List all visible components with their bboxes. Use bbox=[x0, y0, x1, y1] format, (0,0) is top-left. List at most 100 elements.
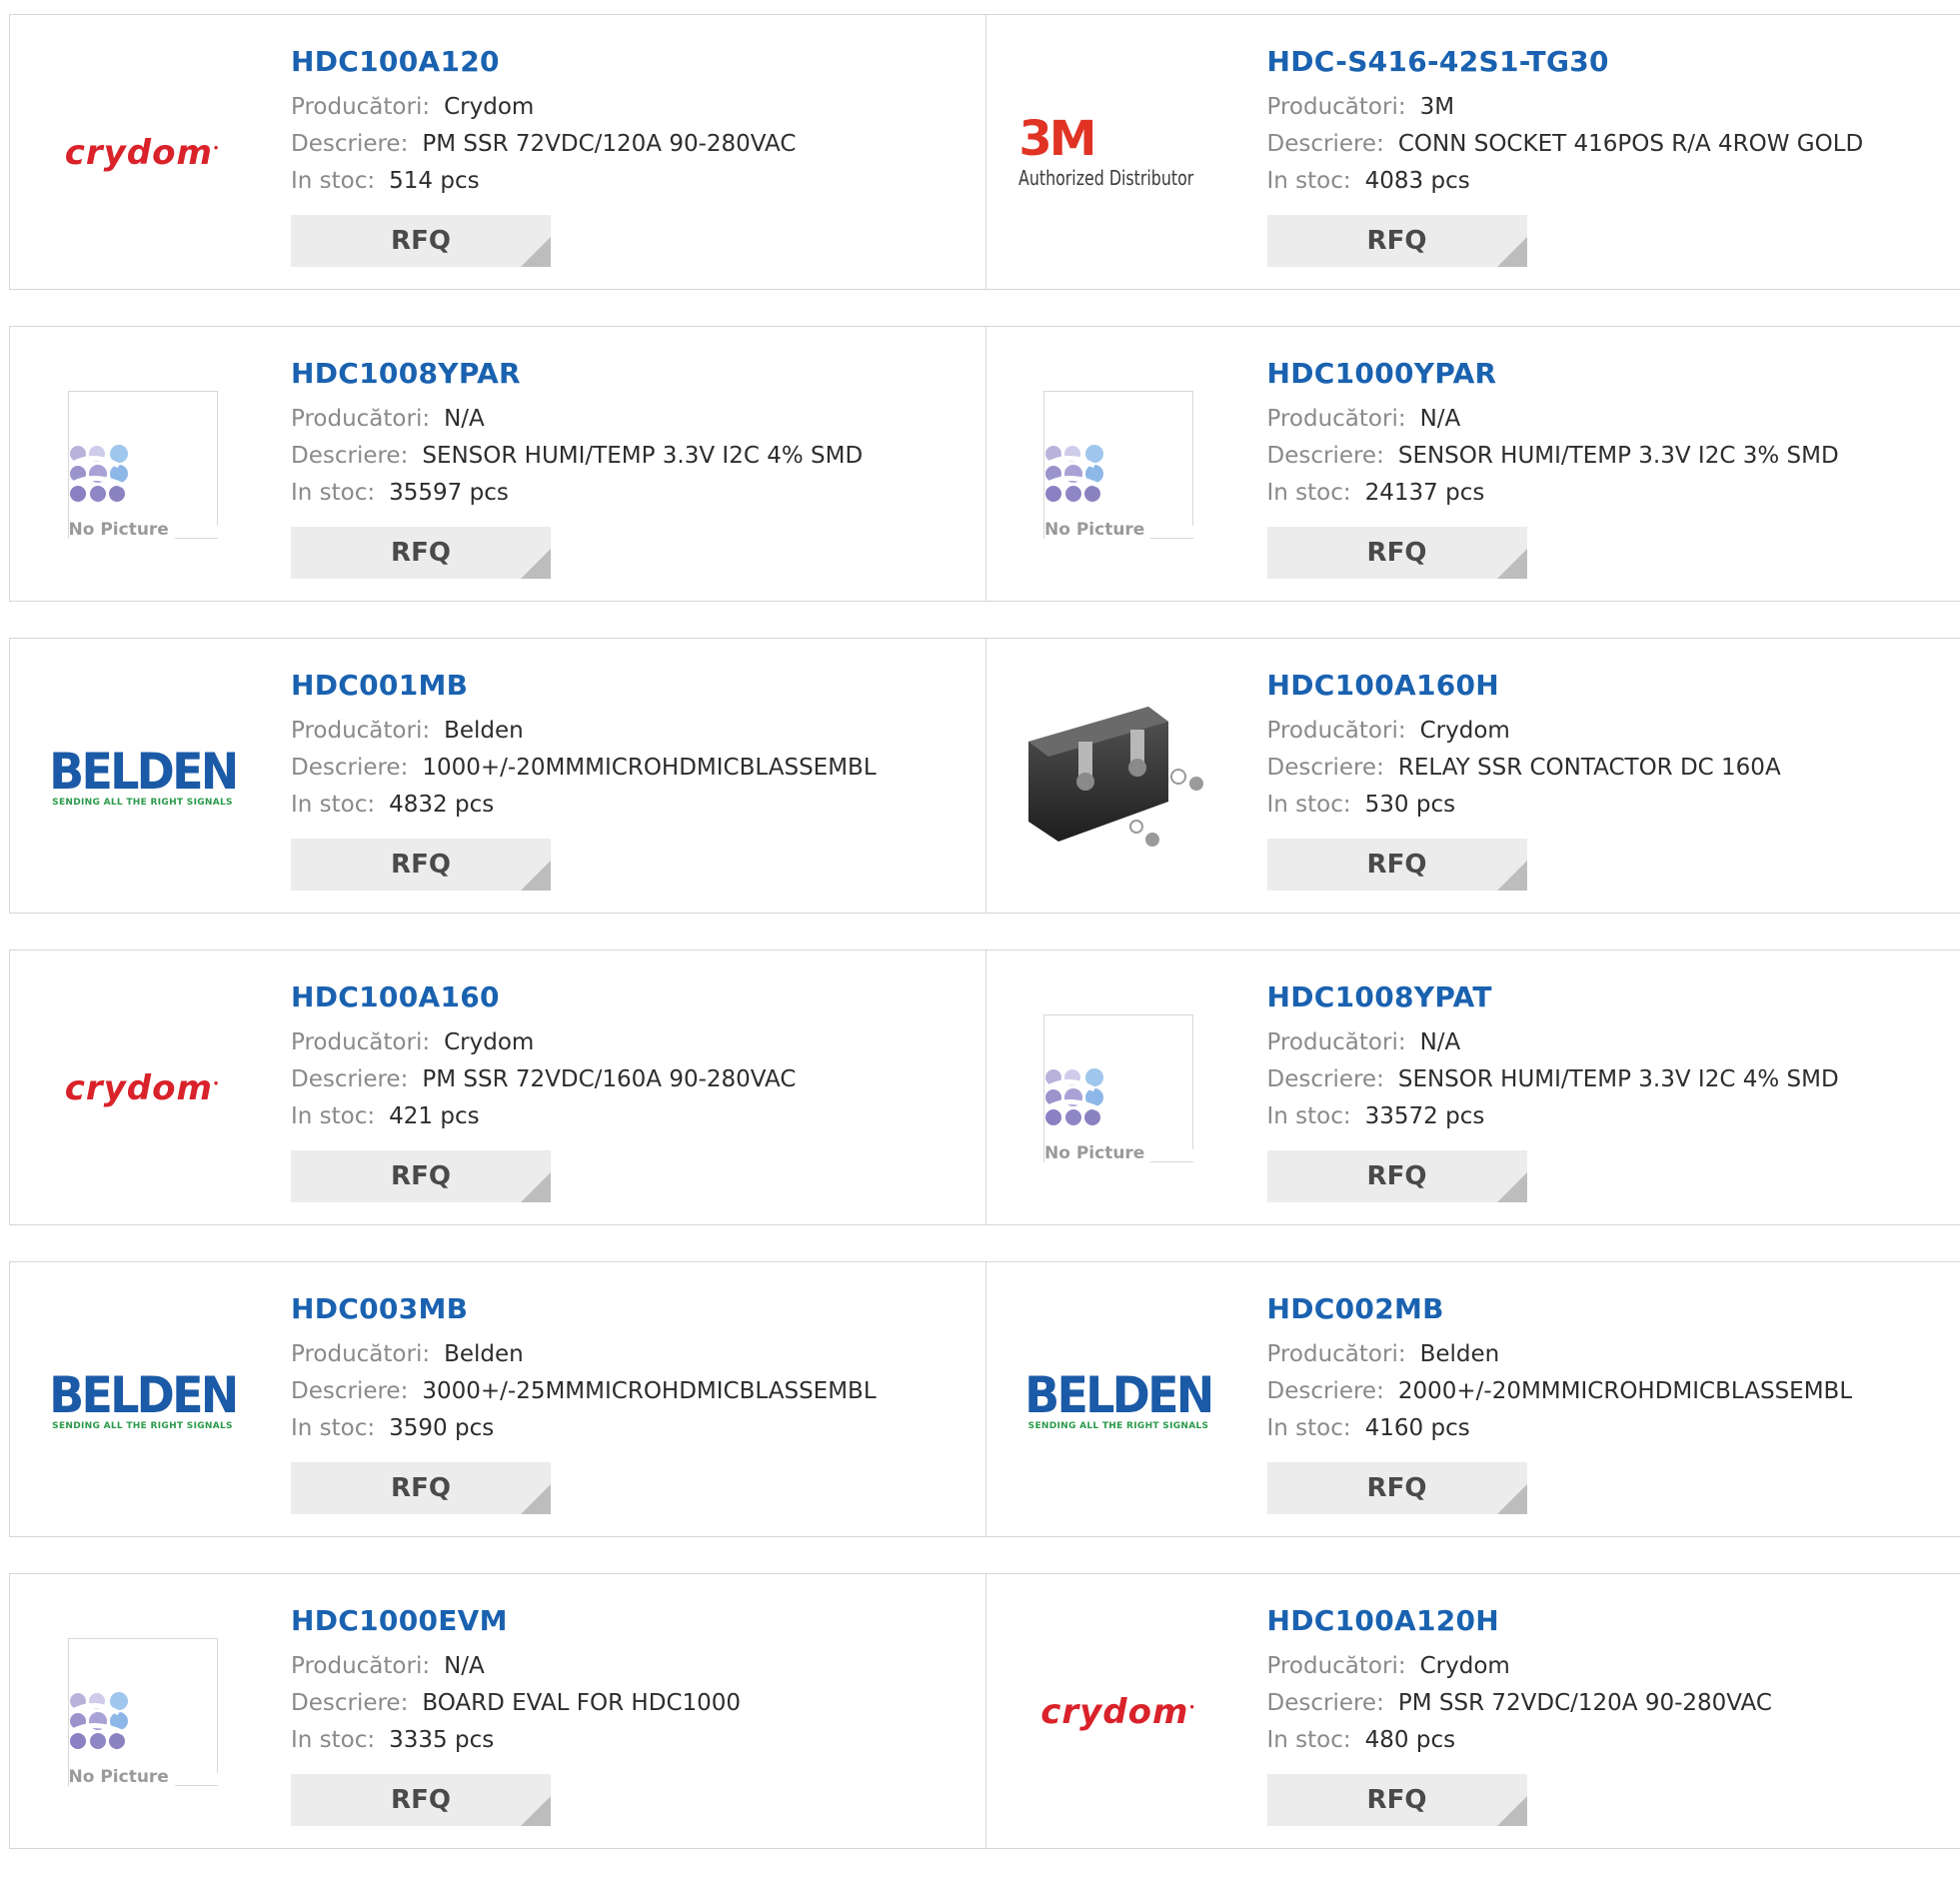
rfq-label: RFQ bbox=[391, 1785, 451, 1815]
rfq-corner-decoration bbox=[521, 1796, 551, 1826]
manufacturer-value: Crydom bbox=[444, 94, 534, 120]
description-label: Descriere: bbox=[1267, 1690, 1384, 1716]
rfq-button[interactable]: RFQ bbox=[1267, 215, 1527, 267]
manufacturer-line: Producători:N/A bbox=[1267, 401, 1839, 438]
crydom-logo: crydom• bbox=[1040, 1692, 1196, 1732]
part-number-link[interactable]: HDC1000EVM bbox=[291, 1604, 741, 1638]
no-picture-icon bbox=[69, 1691, 139, 1761]
rfq-button[interactable]: RFQ bbox=[1267, 1774, 1527, 1826]
rfq-corner-decoration bbox=[521, 237, 551, 267]
product-image[interactable]: crydom• bbox=[40, 990, 245, 1185]
product-image[interactable]: BELDENSENDING ALL THE RIGHT SIGNALS bbox=[40, 679, 245, 874]
product-card-right: No Picture HDC1008YPAT Producători:N/A D… bbox=[985, 950, 1960, 1224]
manufacturer-value: Crydom bbox=[1420, 1653, 1510, 1679]
description-line: Descriere:SENSOR HUMI/TEMP 3.3V I2C 4% S… bbox=[291, 438, 863, 475]
part-number-link[interactable]: HDC100A120H bbox=[1267, 1604, 1772, 1638]
part-number-link[interactable]: HDC-S416-42S1-TG30 bbox=[1267, 45, 1864, 79]
stock-label: In stoc: bbox=[1267, 1727, 1351, 1753]
description-line: Descriere:RELAY SSR CONTACTOR DC 160A bbox=[1267, 750, 1781, 787]
product-image[interactable]: BELDENSENDING ALL THE RIGHT SIGNALS bbox=[40, 1302, 245, 1497]
manufacturer-label: Producători: bbox=[291, 1341, 430, 1367]
rfq-button[interactable]: RFQ bbox=[291, 1150, 551, 1202]
manufacturer-label: Producători: bbox=[1267, 1653, 1406, 1679]
part-number-link[interactable]: HDC1008YPAR bbox=[291, 357, 863, 391]
no-picture-icon bbox=[69, 444, 139, 514]
description-label: Descriere: bbox=[291, 1690, 408, 1716]
stock-value: 480 pcs bbox=[1365, 1727, 1455, 1753]
product-image[interactable]: BELDENSENDING ALL THE RIGHT SIGNALS bbox=[1016, 1302, 1221, 1497]
description-value: SENSOR HUMI/TEMP 3.3V I2C 4% SMD bbox=[1398, 1066, 1839, 1092]
stock-line: In stoc:421 pcs bbox=[291, 1098, 796, 1135]
product-info: HDC1000YPAR Producători:N/A Descriere:SE… bbox=[1267, 357, 1839, 579]
product-info: HDC002MB Producători:Belden Descriere:20… bbox=[1267, 1292, 1853, 1514]
product-image[interactable] bbox=[1016, 679, 1221, 874]
manufacturer-value: Crydom bbox=[1420, 718, 1510, 744]
part-number-link[interactable]: HDC1000YPAR bbox=[1267, 357, 1839, 391]
no-picture-placeholder: No Picture bbox=[68, 391, 218, 539]
product-image[interactable]: crydom• bbox=[1016, 1614, 1221, 1809]
rfq-button[interactable]: RFQ bbox=[291, 527, 551, 579]
product-info: HDC001MB Producători:Belden Descriere:10… bbox=[291, 669, 877, 891]
rfq-button[interactable]: RFQ bbox=[1267, 1462, 1527, 1514]
description-label: Descriere: bbox=[291, 1378, 408, 1404]
manufacturer-line: Producători:3M bbox=[1267, 89, 1864, 126]
product-card-left: BELDENSENDING ALL THE RIGHT SIGNALS HDC0… bbox=[10, 1262, 985, 1536]
stock-label: In stoc: bbox=[291, 480, 375, 506]
rfq-corner-decoration bbox=[1497, 1484, 1527, 1514]
rfq-button[interactable]: RFQ bbox=[291, 1462, 551, 1514]
rfq-button[interactable]: RFQ bbox=[1267, 527, 1527, 579]
stock-label: In stoc: bbox=[1267, 792, 1351, 818]
stock-line: In stoc: 530 pcs bbox=[1267, 787, 1781, 824]
rfq-label: RFQ bbox=[1367, 850, 1427, 880]
belden-logo: BELDENSENDING ALL THE RIGHT SIGNALS bbox=[1016, 1369, 1220, 1431]
product-image[interactable]: No Picture bbox=[40, 1614, 245, 1809]
description-value: 3000+/-25MMMICROHDMICBLASSEMBL bbox=[422, 1378, 876, 1404]
description-value: 1000+/-20MMMICROHDMICBLASSEMBL bbox=[422, 755, 876, 781]
product-card-left: No Picture HDC1008YPAR Producători:N/A D… bbox=[10, 327, 985, 601]
manufacturer-line: Producători:Crydom bbox=[291, 89, 796, 126]
product-image[interactable]: crydom• bbox=[40, 55, 245, 250]
part-number-link[interactable]: HDC003MB bbox=[291, 1292, 877, 1326]
part-number-link[interactable]: HDC100A120 bbox=[291, 45, 796, 79]
manufacturer-line: Producători:Belden bbox=[291, 1336, 877, 1373]
crydom-logo-text: crydom bbox=[65, 133, 213, 173]
belden-logo: BELDENSENDING ALL THE RIGHT SIGNALS bbox=[41, 746, 245, 808]
description-line: Descriere:PM SSR 72VDC/120A 90-280VAC bbox=[1267, 1685, 1772, 1722]
manufacturer-line: Producători:N/A bbox=[291, 1648, 741, 1685]
rfq-label: RFQ bbox=[391, 850, 451, 880]
stock-line: In stoc:3590 pcs bbox=[291, 1410, 877, 1447]
rfq-button[interactable]: RFQ bbox=[291, 1774, 551, 1826]
product-image[interactable]: No Picture bbox=[1016, 990, 1221, 1185]
product-image[interactable]: No Picture bbox=[1016, 367, 1221, 562]
rfq-button[interactable]: RFQ bbox=[291, 215, 551, 267]
rfq-label: RFQ bbox=[1367, 1161, 1427, 1191]
rfq-corner-decoration bbox=[521, 549, 551, 579]
rfq-button[interactable]: RFQ bbox=[291, 839, 551, 891]
no-picture-text: No Picture bbox=[1044, 520, 1150, 540]
product-info: HDC-S416-42S1-TG30 Producători:3M Descri… bbox=[1267, 45, 1864, 267]
stock-value: 33572 pcs bbox=[1365, 1103, 1485, 1129]
part-number-link[interactable]: HDC001MB bbox=[291, 669, 877, 703]
no-picture-placeholder: No Picture bbox=[1043, 391, 1193, 539]
product-info: HDC100A160 Producători:Crydom Descriere:… bbox=[291, 980, 796, 1202]
part-number-link[interactable]: HDC100A160 bbox=[291, 980, 796, 1014]
rfq-button[interactable]: RFQ bbox=[1267, 839, 1527, 891]
stock-value: 4832 pcs bbox=[389, 792, 494, 818]
rfq-label: RFQ bbox=[1367, 1473, 1427, 1503]
part-number-link[interactable]: HDC002MB bbox=[1267, 1292, 1853, 1326]
rfq-label: RFQ bbox=[1367, 226, 1427, 256]
rfq-button[interactable]: RFQ bbox=[1267, 1150, 1527, 1202]
stock-value: 530 pcs bbox=[1365, 792, 1455, 818]
product-image[interactable]: 3MAuthorized Distributor bbox=[1016, 55, 1221, 250]
stock-line: In stoc:4083 pcs bbox=[1267, 163, 1864, 200]
part-number-link[interactable]: HDC100A160H bbox=[1267, 669, 1781, 703]
product-info: HDC003MB Producători:Belden Descriere: 30… bbox=[291, 1292, 877, 1514]
description-value: PM SSR 72VDC/160A 90-280VAC bbox=[422, 1066, 796, 1092]
product-image[interactable]: No Picture bbox=[40, 367, 245, 562]
manufacturer-line: Producători:Crydom bbox=[291, 1024, 796, 1061]
stock-value: 514 pcs bbox=[389, 168, 479, 194]
rfq-label: RFQ bbox=[391, 226, 451, 256]
rfq-label: RFQ bbox=[391, 538, 451, 568]
rfq-label: RFQ bbox=[391, 1473, 451, 1503]
part-number-link[interactable]: HDC1008YPAT bbox=[1267, 980, 1839, 1014]
